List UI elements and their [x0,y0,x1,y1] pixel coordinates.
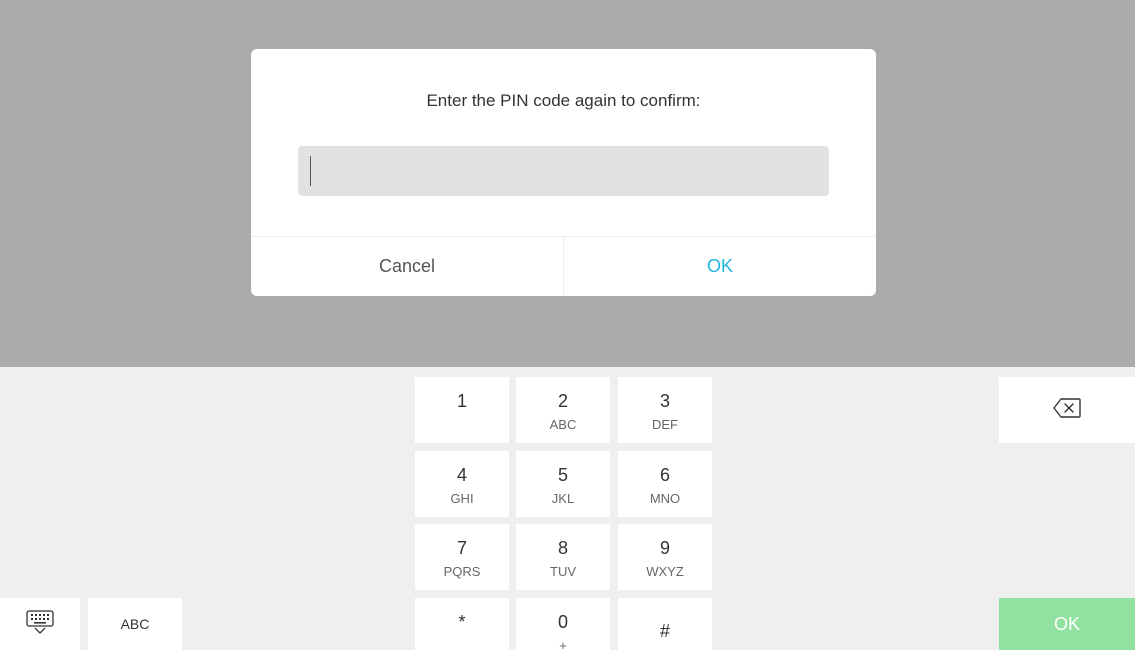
text-caret [310,156,311,186]
dialog-actions: Cancel OK [251,236,876,296]
key-0[interactable]: 0 + [516,598,610,650]
key-5[interactable]: 5 JKL [516,451,610,517]
key-letters: PQRS [443,564,481,579]
key-digit: 5 [557,465,568,485]
key-letters: + [559,638,567,650]
key-1[interactable]: 1 [415,377,509,443]
key-letters: DEF [652,417,678,432]
key-letters: MNO [649,491,681,506]
keyboard-toggle-button[interactable] [0,598,80,650]
key-digit: 2 [557,391,568,411]
key-6[interactable]: 6 MNO [618,451,712,517]
key-9[interactable]: 9 WXYZ [618,524,712,590]
key-hash[interactable]: # [618,598,712,650]
key-letters: JKL [551,491,575,506]
key-digit: * [458,612,466,632]
backspace-button[interactable] [999,377,1135,443]
on-screen-keypad: 1 2 ABC 3 DEF 4 GHI 5 JKL 6 MNO 7 PQRS 8… [0,367,1135,650]
key-8[interactable]: 8 TUV [516,524,610,590]
ok-button[interactable]: OK [564,237,876,296]
key-digit: 0 [557,612,568,632]
backspace-icon [1052,397,1082,424]
key-7[interactable]: 7 PQRS [415,524,509,590]
abc-mode-button[interactable]: ABC [88,598,182,650]
key-digit: 3 [659,391,670,411]
key-2[interactable]: 2 ABC [516,377,610,443]
key-letters: TUV [550,564,576,579]
key-letters: ABC [549,417,577,432]
key-letters: GHI [450,491,474,506]
key-digit: 1 [456,391,467,411]
key-letters: WXYZ [646,564,684,579]
key-3[interactable]: 3 DEF [618,377,712,443]
key-4[interactable]: 4 GHI [415,451,509,517]
key-star[interactable]: * [415,598,509,650]
keyboard-icon [25,609,55,640]
key-digit: 4 [456,465,467,485]
key-digit: 6 [659,465,670,485]
pin-input[interactable] [298,146,829,196]
key-digit: # [659,621,670,641]
key-digit: 8 [557,538,568,558]
pin-confirm-dialog: Enter the PIN code again to confirm: Can… [251,49,876,296]
key-digit: 7 [456,538,467,558]
keypad-ok-button[interactable]: OK [999,598,1135,650]
cancel-button[interactable]: Cancel [251,237,564,296]
dialog-prompt: Enter the PIN code again to confirm: [426,91,701,110]
key-digit: 9 [659,538,670,558]
